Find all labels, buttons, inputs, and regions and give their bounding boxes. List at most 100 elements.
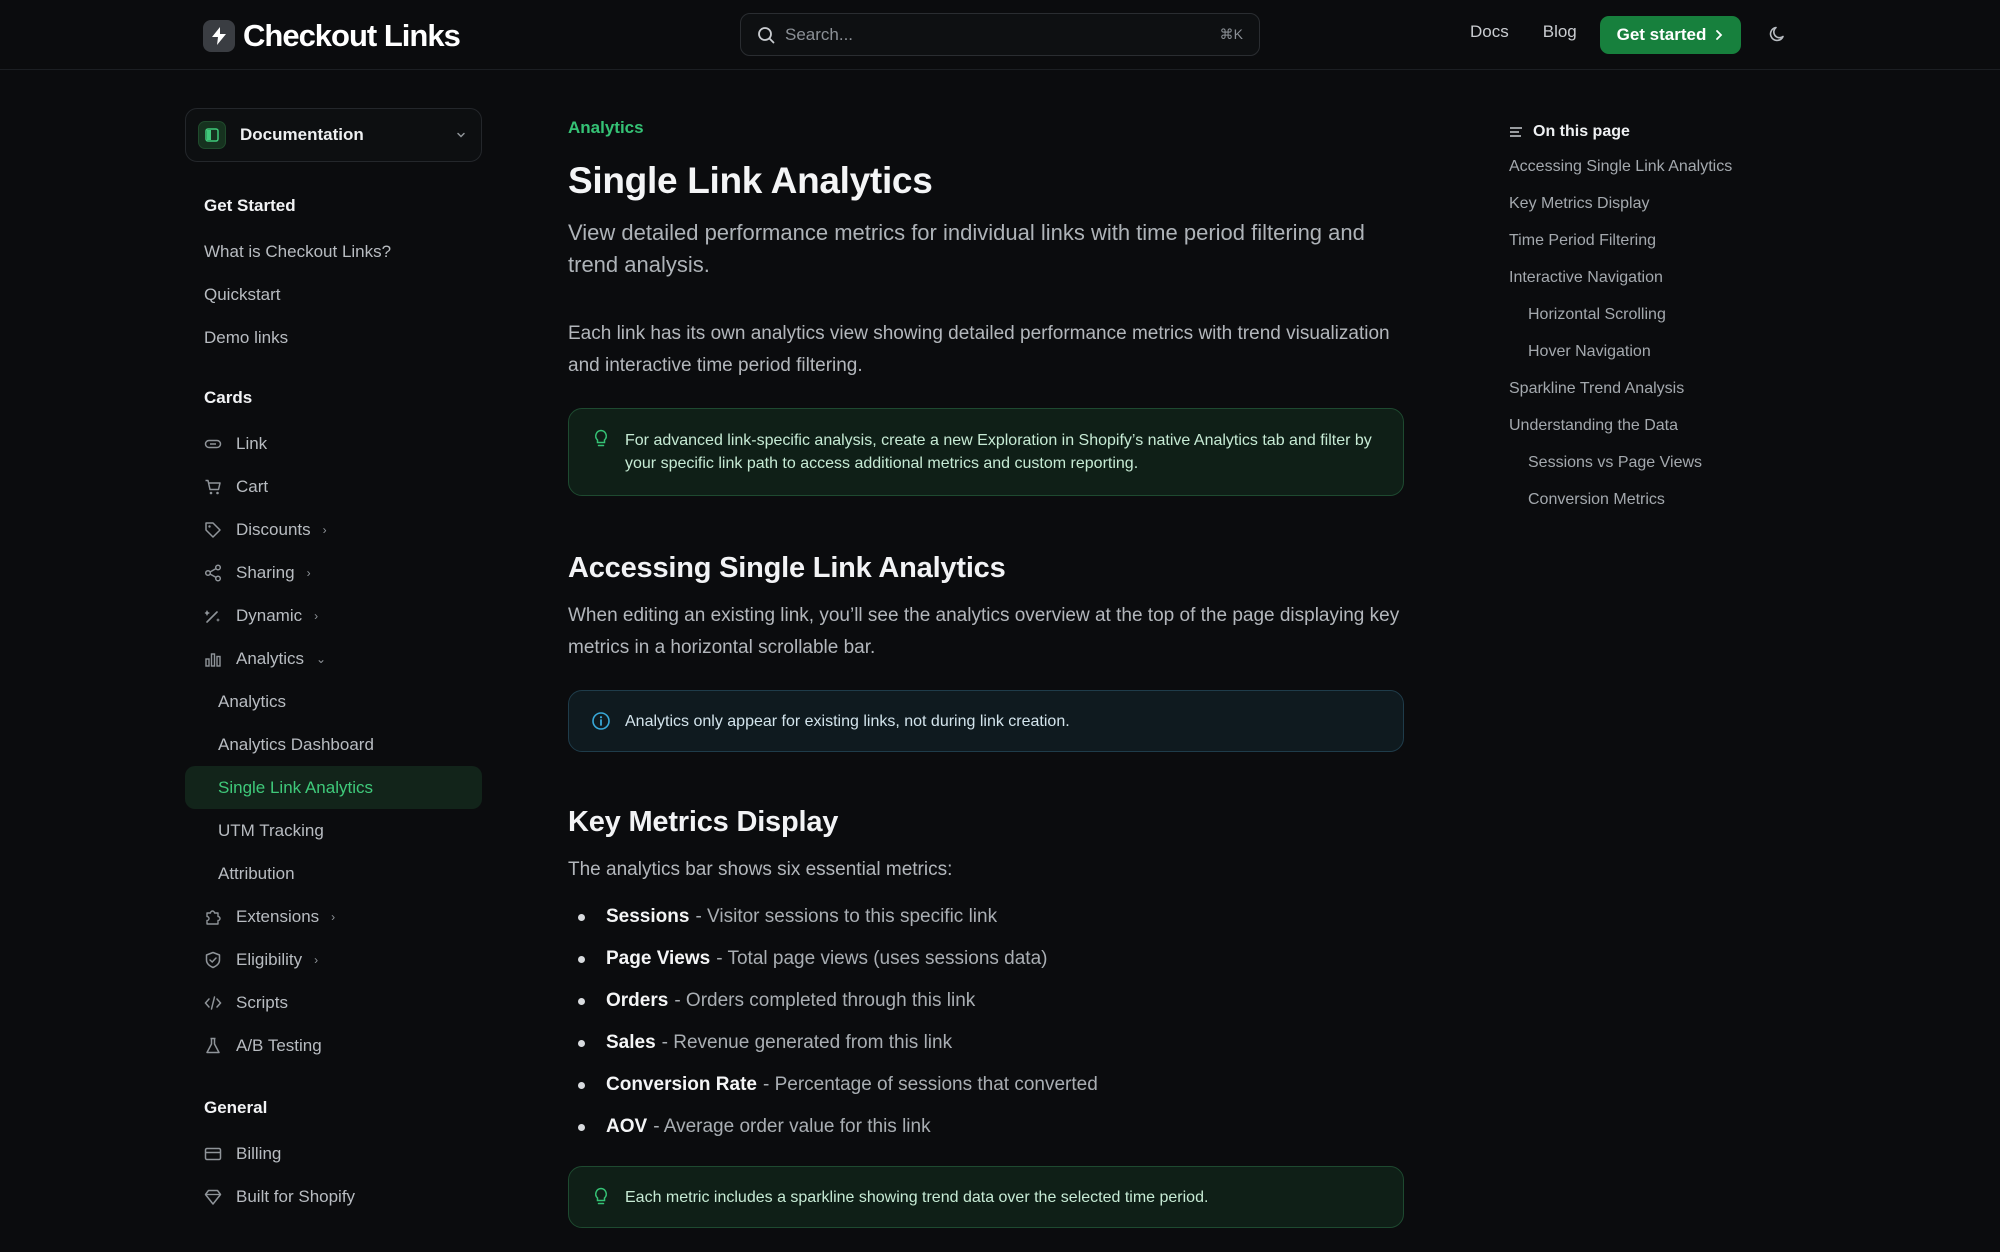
sidebar-item-built-for-shopify[interactable]: Built for Shopify [185,1175,482,1218]
sparkline-tip-text: Each metric includes a sparkline showing… [625,1188,1209,1206]
toc-item[interactable]: Sessions vs Page Views [1509,444,1809,481]
puzzle-icon [204,908,222,926]
sidebar-item-billing[interactable]: Billing [185,1132,482,1175]
list-item: Sessions - Visitor sessions to this speci… [568,896,1404,938]
list-icon [1510,127,1522,137]
gem-icon [204,1188,222,1206]
flask-icon [204,1037,222,1055]
toc-item[interactable]: Accessing Single Link Analytics [1509,148,1809,185]
sidebar-item-quickstart[interactable]: Quickstart [185,273,482,316]
sidebar-item-label: Analytics [236,648,305,668]
info-icon [591,711,611,731]
docs-link[interactable]: Docs [1470,22,1509,42]
breadcrumb[interactable]: Analytics [568,118,1404,138]
chevron-right-icon: › [331,909,336,924]
metrics-list: Sessions - Visitor sessions to this speci… [568,896,1404,1148]
sidebar-item-analytics-group[interactable]: Analytics ⌄ [185,637,482,680]
get-started-button[interactable]: Get started [1600,16,1741,54]
toc-title: On this page [1533,123,1630,140]
sidebar-item-cart[interactable]: Cart [185,465,482,508]
cart-icon [204,478,222,496]
intro-paragraph: Each link has its own analytics view sho… [568,323,1390,376]
chevron-right-icon: › [306,565,311,580]
main-content: Analytics Single Link Analytics View det… [568,118,1404,1228]
list-item: Conversion Rate - Percentage of sessions … [568,1064,1404,1106]
sidebar-item-utm-tracking[interactable]: UTM Tracking [185,809,482,852]
toc-item[interactable]: Conversion Metrics [1509,481,1809,518]
search-shortcut: ⌘K [1219,26,1243,42]
blog-link[interactable]: Blog [1543,22,1577,42]
heading-accessing: Accessing Single Link Analytics [568,552,1006,584]
sparkline-tip-callout: Each metric includes a sparkline showing… [568,1166,1404,1228]
sidebar-item-single-link-analytics[interactable]: Single Link Analytics [185,766,482,809]
sidebar-item-demo-links[interactable]: Demo links [185,316,482,359]
docs-selector-label: Documentation [240,125,364,144]
toc-item[interactable]: Interactive Navigation [1509,259,1809,296]
table-of-contents: On this page Accessing Single Link Analy… [1509,120,1809,518]
sidebar-item-label: Scripts [236,992,288,1012]
sidebar-item-label: Dynamic [236,605,303,625]
sidebar-item-what-is[interactable]: What is Checkout Links? [185,230,482,273]
sidebar-item-analytics[interactable]: Analytics [185,680,482,723]
list-item: Page Views - Total page views (uses sessi… [568,938,1404,980]
sidebar-item-label: Cart [236,476,269,496]
brand-logo[interactable]: Checkout Links [203,18,461,54]
chevron-down-icon: ⌄ [316,651,327,666]
code-icon [204,994,222,1012]
sidebar-item-attribution[interactable]: Attribution [185,852,482,895]
share-icon [204,563,222,582]
toc-item[interactable]: Hover Navigation [1509,333,1809,370]
sidebar-item-sharing[interactable]: Sharing › [185,551,482,594]
brand-name: Checkout Links [243,18,461,53]
link-icon [204,435,222,453]
sidebar-item-extensions[interactable]: Extensions › [185,895,482,938]
sidebar-item-label: Built for Shopify [236,1186,356,1206]
sidebar-item-dynamic[interactable]: Dynamic › [185,594,482,637]
chevron-right-icon: › [314,952,319,967]
sidebar-item-eligibility[interactable]: Eligibility › [185,938,482,981]
docs-selector[interactable]: Documentation [185,108,482,162]
accessing-paragraph: When editing an existing link, you’ll se… [568,605,1400,658]
book-icon [198,121,226,149]
chevron-right-icon [1716,30,1723,40]
list-item: Orders - Orders completed through this li… [568,980,1404,1022]
toc-item[interactable]: Understanding the Data [1509,407,1809,444]
theme-toggle[interactable] [1768,24,1788,49]
top-bar: Checkout Links Search... ⌘K Docs Blog Ge… [0,0,2000,70]
sidebar-item-discounts[interactable]: Discounts › [185,508,482,551]
sidebar-item-label: Sharing [236,562,295,582]
sidebar-item-ab-testing[interactable]: A/B Testing [185,1024,482,1067]
page-title: Single Link Analytics [568,160,933,201]
top-nav: Docs Blog [1470,22,1577,42]
wand-icon [204,607,222,625]
sidebar-item-label: Link [236,433,268,453]
toc-item[interactable]: Key Metrics Display [1509,185,1809,222]
sidebar-item-label: Billing [236,1143,282,1163]
sidebar-item-link[interactable]: Link [185,422,482,465]
lightbulb-icon [591,429,611,449]
tip-text: For advanced link-specific analysis, cre… [625,432,1372,472]
toc-header: On this page [1509,120,1809,144]
sidebar-item-label: Extensions [236,906,320,926]
section-title-general: General [204,1098,268,1117]
sidebar-item-label: A/B Testing [236,1035,322,1055]
chevron-down-icon [457,132,465,138]
search-icon [758,26,775,43]
tip-callout: For advanced link-specific analysis, cre… [568,408,1404,496]
heading-key-metrics: Key Metrics Display [568,806,839,838]
bar-chart-icon [204,650,222,668]
toc-item[interactable]: Time Period Filtering [1509,222,1809,259]
sidebar-item-label: Eligibility [236,949,303,969]
search-input[interactable]: Search... ⌘K [740,13,1260,56]
sidebar-item-scripts[interactable]: Scripts [185,981,482,1024]
toc-item[interactable]: Sparkline Trend Analysis [1509,370,1809,407]
credit-card-icon [204,1145,222,1163]
page-lead: View detailed performance metrics for in… [568,220,1365,277]
toc-item[interactable]: Horizontal Scrolling [1509,296,1809,333]
search-placeholder: Search... [785,24,854,44]
tag-icon [204,521,222,539]
sidebar-item-analytics-dashboard[interactable]: Analytics Dashboard [185,723,482,766]
chevron-right-icon: › [322,522,327,537]
list-item: Sales - Revenue generated from this link [568,1022,1404,1064]
sidebar-item-label: Discounts [236,519,311,539]
